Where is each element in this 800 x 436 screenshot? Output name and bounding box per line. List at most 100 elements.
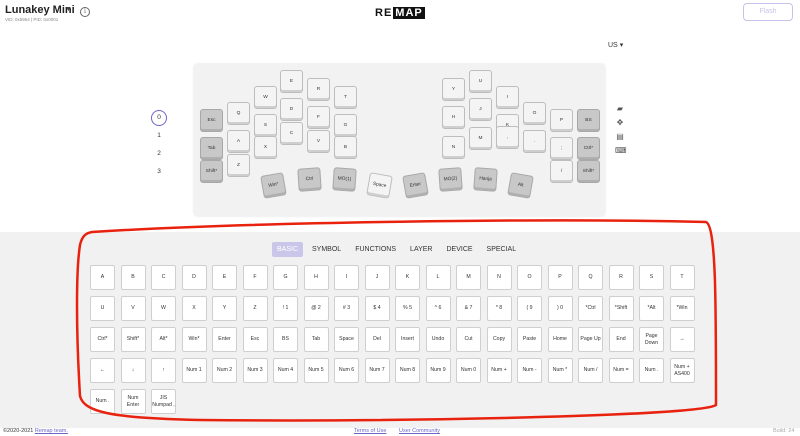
keyboard-key[interactable]: N [442,136,465,159]
palette-key[interactable]: B [120,265,146,290]
palette-key[interactable]: *Shift [608,296,634,321]
keymap-icon[interactable]: ▰ [615,104,625,114]
palette-key[interactable]: Num 5 [303,358,329,383]
keyboard-key[interactable]: V [307,130,330,153]
keyboard-key[interactable]: Ctrl* [577,137,600,160]
palette-key[interactable]: E [212,265,237,290]
palette-key[interactable]: Enter [212,327,237,352]
palette-key[interactable]: Win* [181,327,207,352]
keyboard-icon[interactable]: ⌨ [615,146,627,156]
tab-basic[interactable]: BASIC [272,242,304,257]
keyboard-key[interactable]: Shift* [200,160,223,183]
keyboard-layout-select[interactable]: US ▾ [608,41,623,49]
keyboard-key[interactable]: Q [227,102,250,125]
keyboard-key[interactable]: D [280,98,303,121]
palette-key[interactable]: O [517,265,542,290]
palette-key[interactable]: ) 0 [547,296,573,321]
keyboard-key[interactable]: Space [366,172,393,199]
palette-key[interactable]: Num / [578,358,603,383]
palette-key[interactable]: U [90,296,115,321]
tab-device[interactable]: DEVICE [441,242,477,257]
palette-key[interactable]: Num 0 [456,358,481,383]
keyboard-key[interactable]: Z [227,154,250,177]
palette-key[interactable]: X [181,296,207,321]
keyboard-key[interactable]: M [469,127,492,150]
keyboard-key[interactable]: O [523,102,546,125]
palette-key[interactable]: L [425,265,451,290]
palette-key[interactable]: J [364,265,390,290]
keyboard-key[interactable]: W [254,86,277,109]
palette-key[interactable]: Copy [486,327,512,352]
palette-key[interactable]: Num 1 [181,358,207,383]
palette-key[interactable]: Home [547,327,573,352]
palette-key[interactable]: → [669,327,695,352]
palette-key[interactable]: Num 8 [395,358,420,383]
palette-key[interactable]: Ctrl* [90,327,115,352]
terms-link[interactable]: Terms of Use [354,428,386,434]
tab-layer[interactable]: LAYER [405,242,437,257]
palette-key[interactable]: Y [212,296,237,321]
keyboard-key[interactable]: Tab [200,137,223,160]
keyboard-key[interactable]: U [469,70,492,93]
palette-key[interactable]: ↑ [151,358,176,383]
palette-key[interactable]: Page Up [578,327,603,352]
palette-key[interactable]: End [608,327,634,352]
palette-key[interactable]: Num Enter [120,389,146,414]
keyboard-key[interactable]: Win* [260,172,287,199]
palette-key[interactable]: Insert [395,327,420,352]
palette-key[interactable]: Num . [90,389,115,414]
keyboard-key[interactable]: ; [550,137,573,160]
palette-key[interactable]: Alt* [151,327,176,352]
palette-key[interactable]: $ 4 [364,296,390,321]
palette-key[interactable]: Num + [486,358,512,383]
tab-symbol[interactable]: SYMBOL [307,242,346,257]
palette-key[interactable]: ← [90,358,115,383]
palette-key[interactable]: Num + AS400 [669,358,695,383]
palette-key[interactable]: T [669,265,695,290]
palette-key[interactable]: R [608,265,634,290]
palette-key[interactable]: BS [273,327,298,352]
layer-item[interactable]: 3 [151,164,167,180]
palette-key[interactable]: JIS Numpad , [151,389,176,414]
keyboard-key[interactable]: C [280,122,303,145]
palette-key[interactable]: Z [242,296,268,321]
keyboard-key[interactable]: A [227,130,250,153]
palette-key[interactable]: Num 7 [364,358,390,383]
keyboard-key[interactable]: H [442,106,465,129]
tab-special[interactable]: SPECIAL [482,242,522,257]
keyboard-key[interactable]: I [496,86,519,109]
palette-key[interactable]: % 5 [395,296,420,321]
palette-key[interactable]: A [90,265,115,290]
keyboard-key[interactable]: Hanja [473,167,498,192]
keyboard-key[interactable]: F [307,106,330,129]
keyboard-key[interactable]: X [254,136,277,159]
palette-key[interactable]: Shift* [120,327,146,352]
cursor-icon[interactable]: ✥ [615,118,625,128]
keyboard-key[interactable]: MO(1) [332,167,357,192]
keyboard-key[interactable]: J [469,98,492,121]
palette-key[interactable]: ! 1 [273,296,298,321]
keyboard-key[interactable]: Alt [507,172,534,199]
palette-key[interactable]: @ 2 [303,296,329,321]
remap-team-link[interactable]: Remap team. [35,428,68,434]
palette-key[interactable]: Esc [242,327,268,352]
palette-key[interactable]: S [639,265,664,290]
palette-key[interactable]: Num 4 [273,358,298,383]
tab-functions[interactable]: FUNCTIONS [350,242,401,257]
palette-key[interactable]: Num = [608,358,634,383]
chevron-down-icon[interactable]: ▼ [65,6,72,13]
keyboard-key[interactable]: Y [442,78,465,101]
keyboard-key[interactable]: Esc [200,109,223,132]
palette-key[interactable]: Page Down [639,327,664,352]
keyboard-key[interactable]: Enter [402,172,429,199]
palette-key[interactable]: V [120,296,146,321]
palette-key[interactable]: *Ctrl [578,296,603,321]
keyboard-key[interactable]: Shift* [577,160,600,183]
keyboard-key[interactable]: Ctrl [297,167,322,192]
palette-key[interactable]: Tab [303,327,329,352]
keyboard-key[interactable]: , [496,126,519,149]
palette-key[interactable]: * 8 [486,296,512,321]
palette-key[interactable]: C [151,265,176,290]
palette-key[interactable]: & 7 [456,296,481,321]
keyboard-key[interactable]: BS [577,109,600,132]
